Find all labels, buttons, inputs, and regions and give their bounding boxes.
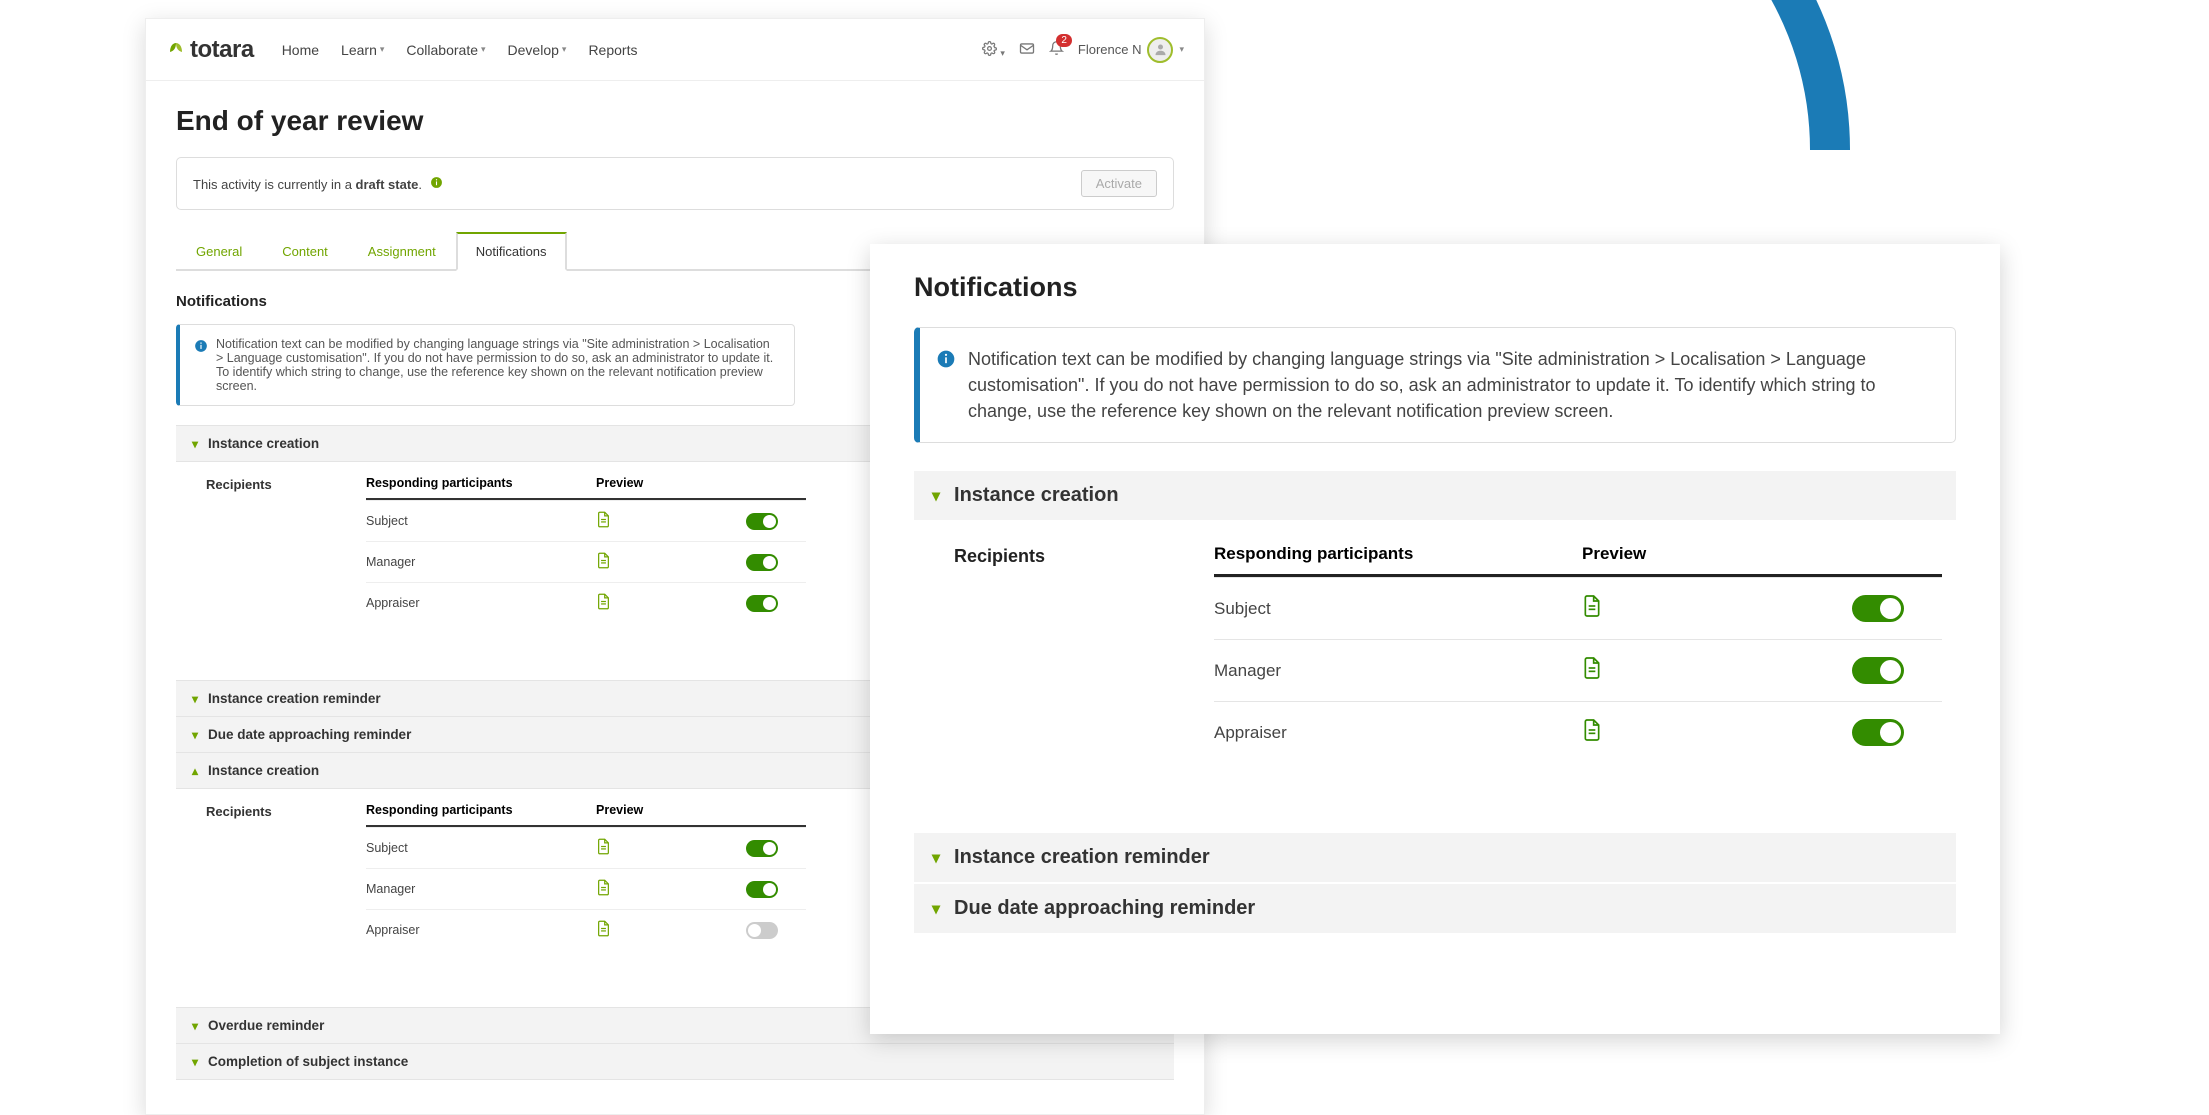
accordion-due-date[interactable]: ▾ Due date approaching reminder <box>914 884 1956 933</box>
section-title: Notifications <box>914 272 1956 303</box>
avatar <box>1147 37 1173 63</box>
chevron-down-icon: ▾ <box>932 486 940 506</box>
nav-develop[interactable]: Develop▾ <box>508 42 567 58</box>
preview-icon[interactable] <box>596 844 611 858</box>
accordion-body: Recipients Responding participants Previ… <box>914 522 1956 803</box>
toggle-appraiser-off[interactable] <box>746 922 778 939</box>
col-preview: Preview <box>1582 544 1852 564</box>
toggle-manager[interactable] <box>746 554 778 571</box>
tab-content[interactable]: Content <box>262 232 348 269</box>
chevron-up-icon: ▴ <box>192 764 198 778</box>
preview-icon[interactable] <box>596 885 611 899</box>
info-icon <box>936 349 956 424</box>
gear-icon[interactable]: ▾ <box>982 41 1005 59</box>
table-row: Appraiser <box>1214 701 1942 763</box>
recipients-table: Responding participants Preview Subject … <box>1214 544 1942 763</box>
chevron-down-icon: ▾ <box>932 899 940 919</box>
main-nav: Home Learn▾ Collaborate▾ Develop▾ Report… <box>282 42 638 58</box>
table-row: Manager <box>366 868 806 909</box>
col-participants: Responding participants <box>366 803 596 817</box>
table-row: Subject <box>1214 577 1942 639</box>
recipients-label: Recipients <box>206 476 366 492</box>
table-row: Appraiser <box>366 582 806 623</box>
toggle-subject[interactable] <box>1852 595 1904 622</box>
recipients-label: Recipients <box>954 544 1214 763</box>
tab-assignment[interactable]: Assignment <box>348 232 456 269</box>
user-menu[interactable]: Florence N ▾ <box>1078 37 1184 63</box>
page-title: End of year review <box>176 105 1174 137</box>
table-row: Manager <box>1214 639 1942 701</box>
info-icon <box>194 339 208 393</box>
chevron-down-icon: ▾ <box>192 692 198 706</box>
toggle-appraiser[interactable] <box>1852 719 1904 746</box>
table-row: Subject <box>366 827 806 868</box>
bell-icon[interactable]: 2 <box>1049 40 1064 59</box>
nav-home[interactable]: Home <box>282 42 319 58</box>
recipients-table: Responding participants Preview Subject … <box>366 803 806 950</box>
toggle-manager[interactable] <box>746 881 778 898</box>
toggle-subject[interactable] <box>746 840 778 857</box>
preview-icon[interactable] <box>596 558 611 572</box>
chevron-down-icon: ▾ <box>192 728 198 742</box>
leaf-icon <box>166 38 186 61</box>
draft-status-text: This activity is currently in a draft st… <box>193 176 443 192</box>
table-row: Appraiser <box>366 909 806 950</box>
caret-down-icon: ▾ <box>1179 44 1184 55</box>
recipients-label: Recipients <box>206 803 366 819</box>
toggle-manager[interactable] <box>1852 657 1904 684</box>
mail-icon[interactable] <box>1019 42 1035 58</box>
col-participants: Responding participants <box>366 476 596 490</box>
info-alert: Notification text can be modified by cha… <box>176 324 795 406</box>
chevron-down-icon: ▾ <box>932 848 940 868</box>
chevron-down-icon: ▾ <box>192 437 198 451</box>
chevron-down-icon: ▾ <box>192 1055 198 1069</box>
brand-logo[interactable]: totara <box>166 36 254 64</box>
preview-icon[interactable] <box>1582 603 1602 622</box>
top-navigation: totara Home Learn▾ Collaborate▾ Develop▾… <box>146 19 1204 81</box>
toggle-subject[interactable] <box>746 513 778 530</box>
tab-general[interactable]: General <box>176 232 262 269</box>
col-participants: Responding participants <box>1214 544 1582 564</box>
accordion-completion[interactable]: ▾ Completion of subject instance <box>176 1043 1174 1080</box>
caret-down-icon: ▾ <box>380 44 385 55</box>
accordion-instance-creation-reminder[interactable]: ▾ Instance creation reminder <box>914 833 1956 882</box>
draft-status-bar: This activity is currently in a draft st… <box>176 157 1174 210</box>
table-row: Subject <box>366 500 806 541</box>
zoom-detail-panel: Notifications Notification text can be m… <box>870 244 2000 1034</box>
preview-icon[interactable] <box>596 926 611 940</box>
brand-name: totara <box>190 36 254 64</box>
preview-icon[interactable] <box>1582 665 1602 684</box>
preview-icon[interactable] <box>596 517 611 531</box>
info-text: Notification text can be modified by cha… <box>968 346 1935 424</box>
caret-down-icon: ▾ <box>562 44 567 55</box>
notification-count-badge: 2 <box>1056 34 1072 47</box>
recipients-table: Responding participants Preview Subject … <box>366 476 806 623</box>
nav-collaborate[interactable]: Collaborate▾ <box>406 42 485 58</box>
preview-icon[interactable] <box>1582 727 1602 746</box>
preview-icon[interactable] <box>596 599 611 613</box>
user-name: Florence N <box>1078 42 1142 57</box>
col-preview: Preview <box>596 476 746 490</box>
toggle-appraiser[interactable] <box>746 595 778 612</box>
nav-reports[interactable]: Reports <box>588 42 637 58</box>
nav-learn[interactable]: Learn▾ <box>341 42 384 58</box>
table-row: Manager <box>366 541 806 582</box>
info-text: Notification text can be modified by cha… <box>216 337 780 393</box>
info-icon[interactable] <box>430 177 443 192</box>
topbar-right: ▾ 2 Florence N ▾ <box>982 37 1184 63</box>
chevron-down-icon: ▾ <box>192 1019 198 1033</box>
tab-notifications[interactable]: Notifications <box>456 232 567 271</box>
caret-down-icon: ▾ <box>481 44 486 55</box>
info-alert: Notification text can be modified by cha… <box>914 327 1956 443</box>
activate-button[interactable]: Activate <box>1081 170 1157 197</box>
col-preview: Preview <box>596 803 746 817</box>
accordion-instance-creation[interactable]: ▾ Instance creation <box>914 471 1956 520</box>
